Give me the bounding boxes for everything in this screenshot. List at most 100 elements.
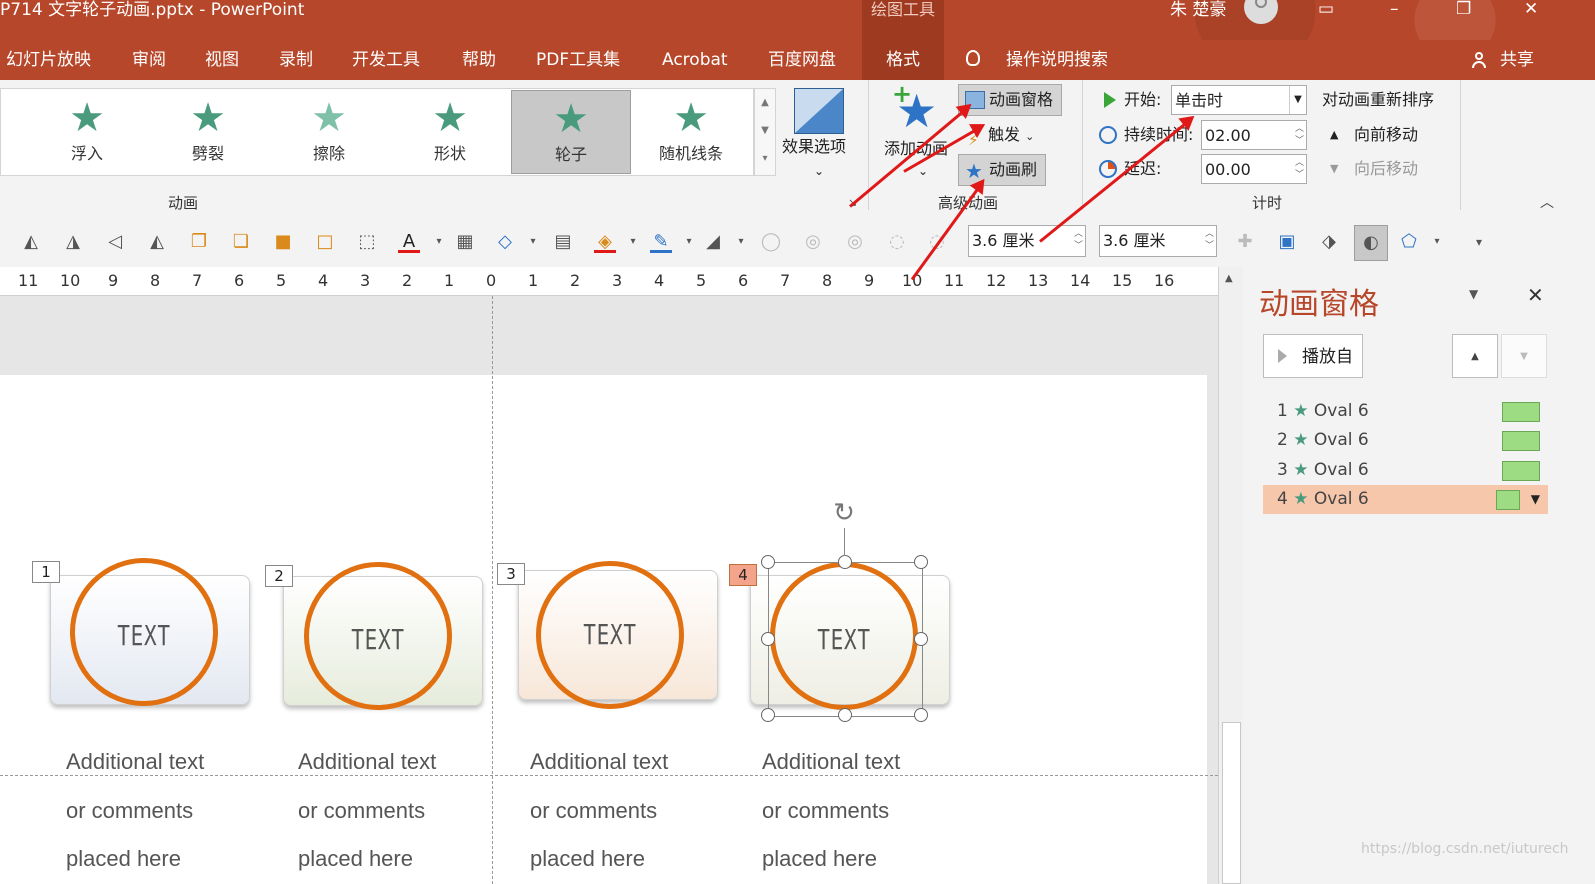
delay-input[interactable]: 00.00 ︿ ﹀	[1201, 154, 1307, 184]
selection-box[interactable]	[768, 562, 923, 717]
align-left-icon[interactable]: ◭	[20, 231, 42, 253]
screenshot-icon[interactable]: ▣	[1276, 231, 1298, 253]
timeline-bar[interactable]	[1502, 431, 1540, 451]
gallery-up-icon[interactable]: ▲	[755, 89, 775, 117]
tab-format[interactable]: 格式	[862, 40, 944, 80]
play-from-button[interactable]: 播放自	[1263, 334, 1363, 378]
resize-handle[interactable]	[761, 708, 775, 722]
font-color-chevron-icon[interactable]: ▾	[428, 231, 450, 253]
timeline-bar[interactable]	[1502, 402, 1540, 422]
send-backward-icon[interactable]: ◁	[104, 231, 126, 253]
share-button[interactable]: 共享	[1500, 40, 1534, 80]
align-center-icon[interactable]: ◮	[62, 231, 84, 253]
share-person-icon[interactable]	[1472, 52, 1488, 68]
restore-icon[interactable]: ❐	[1456, 0, 1471, 18]
combine-icon[interactable]: ◎	[802, 231, 824, 253]
pane-options-chevron-icon[interactable]: ▼	[1469, 287, 1478, 301]
edit-points-chevron-icon[interactable]: ▾	[1426, 231, 1448, 253]
oval-ring-2[interactable]: TEXT	[304, 562, 452, 710]
resize-handle[interactable]	[914, 708, 928, 722]
dropdown-arrow-icon[interactable]: ▼	[1289, 86, 1306, 114]
duration-spinner-icon[interactable]: ︿ ﹀	[1295, 123, 1304, 147]
start-dropdown[interactable]: 单击时 ▼	[1171, 85, 1307, 115]
shape-fill-chevron-icon[interactable]: ▾	[622, 231, 644, 253]
animation-list-item[interactable]: 2 ★ Oval 6	[1263, 426, 1548, 455]
tell-me-search[interactable]: 操作说明搜索	[1006, 40, 1108, 80]
resize-handle[interactable]	[914, 555, 928, 569]
bring-forward-icon[interactable]: ■	[272, 231, 294, 253]
animation-pane-toggle-icon[interactable]: ◐	[1354, 225, 1388, 261]
width-spinner-icon[interactable]: ︿ ﹀	[1205, 228, 1214, 252]
resize-handle[interactable]	[914, 632, 928, 646]
tab-help[interactable]: 帮助	[462, 40, 496, 80]
send-back-icon[interactable]: □	[314, 231, 336, 253]
group-icon[interactable]: ❐	[188, 231, 210, 253]
flip-icon[interactable]: ◭	[146, 231, 168, 253]
gallery-wheel[interactable]: ★ 轮子	[511, 90, 631, 174]
minimize-icon[interactable]: –	[1390, 0, 1399, 18]
animation-list-item-selected[interactable]: 4 ★ Oval 6 ▼	[1263, 485, 1548, 514]
intersect-icon[interactable]: ◎	[844, 231, 866, 253]
move-later-button[interactable]: ▼ 向后移动	[1330, 154, 1418, 184]
font-color-icon[interactable]: A	[398, 231, 420, 253]
shape-effects-chevron-icon[interactable]: ▾	[730, 231, 752, 253]
gallery-float-in[interactable]: ★ 浮入	[28, 90, 146, 172]
animation-list-item[interactable]: 1 ★ Oval 6	[1263, 397, 1548, 426]
tab-acrobat[interactable]: Acrobat	[662, 40, 728, 80]
gallery-more-icon[interactable]: ▾	[755, 145, 775, 173]
delay-spinner-icon[interactable]: ︿ ﹀	[1295, 157, 1304, 181]
timeline-bar[interactable]	[1502, 461, 1540, 481]
move-earlier-button[interactable]: ▲ 向前移动	[1330, 120, 1418, 150]
tab-pdf-tools[interactable]: PDF工具集	[536, 40, 620, 80]
animation-painter-button[interactable]: ★ 动画刷	[958, 154, 1047, 186]
resize-handle[interactable]	[761, 632, 775, 646]
scroll-thumb[interactable]	[1222, 722, 1241, 884]
height-spinner-icon[interactable]: ︿ ﹀	[1074, 228, 1083, 252]
close-icon[interactable]: ✕	[1524, 0, 1538, 18]
oval-ring-3[interactable]: TEXT	[536, 561, 684, 709]
gallery-split[interactable]: ★ 劈裂	[149, 90, 267, 172]
fragment-icon[interactable]: ◌	[886, 231, 908, 253]
selection-pane-icon[interactable]: ⬚	[356, 231, 378, 253]
collapse-ribbon-icon[interactable]: ︿	[1540, 192, 1554, 212]
shapes-chevron-icon[interactable]: ▾	[522, 231, 544, 253]
tab-view[interactable]: 视图	[205, 40, 239, 80]
effect-options-chevron-icon[interactable]: ⌄	[814, 156, 824, 186]
gallery-scroll[interactable]: ▲ ▼ ▾	[754, 88, 776, 176]
shape-effects-icon[interactable]: ◢	[702, 231, 724, 253]
duration-input[interactable]: 02.00 ︿ ﹀	[1201, 120, 1307, 150]
gallery-down-icon[interactable]: ▼	[755, 117, 775, 145]
pane-close-icon[interactable]: ✕	[1527, 283, 1544, 307]
resize-handle[interactable]	[838, 555, 852, 569]
ribbon-display-icon[interactable]: ▭	[1318, 0, 1334, 18]
shape-outline-icon[interactable]: ✎	[650, 231, 672, 253]
textbox-icon[interactable]: ▤	[552, 231, 574, 253]
merge-shapes-icon[interactable]: ◯	[760, 231, 782, 253]
shape-height-input[interactable]: 3.6 厘米 ︿ ﹀	[968, 225, 1086, 257]
gallery-shape[interactable]: ★ 形状	[391, 90, 509, 172]
animation-list-item[interactable]: 3 ★ Oval 6	[1263, 456, 1548, 485]
effect-options-icon[interactable]	[794, 88, 844, 134]
timeline-bar[interactable]	[1496, 490, 1520, 510]
tab-developer[interactable]: 开发工具	[352, 40, 420, 80]
tab-record[interactable]: 录制	[279, 40, 313, 80]
shape-fill-icon[interactable]: ◈	[594, 231, 616, 253]
picture-icon[interactable]: ▦	[454, 231, 476, 253]
tab-slideshow[interactable]: 幻灯片放映	[6, 40, 91, 80]
rotate-handle-icon[interactable]: ↻	[829, 498, 859, 528]
user-name[interactable]: 朱 楚豪	[1170, 0, 1226, 20]
move-down-button[interactable]: ▼	[1501, 334, 1547, 378]
selection-icon[interactable]: ⬗	[1318, 231, 1340, 253]
ungroup-icon[interactable]: ❏	[230, 231, 252, 253]
tab-review[interactable]: 审阅	[132, 40, 166, 80]
shape-outline-chevron-icon[interactable]: ▾	[678, 231, 700, 253]
edit-points-icon[interactable]: ⬠	[1398, 231, 1420, 253]
customize-toolbar-icon[interactable]: ▾	[1468, 231, 1490, 253]
shapes-icon[interactable]: ◇	[494, 231, 516, 253]
gallery-wipe[interactable]: ★ 擦除	[270, 90, 388, 172]
resize-handle[interactable]	[761, 555, 775, 569]
gallery-random-bars[interactable]: ★ 随机线条	[632, 90, 750, 172]
vertical-scrollbar[interactable]: ▲	[1218, 267, 1243, 884]
resize-handle[interactable]	[838, 708, 852, 722]
tab-baidu-netdisk[interactable]: 百度网盘	[768, 40, 836, 80]
